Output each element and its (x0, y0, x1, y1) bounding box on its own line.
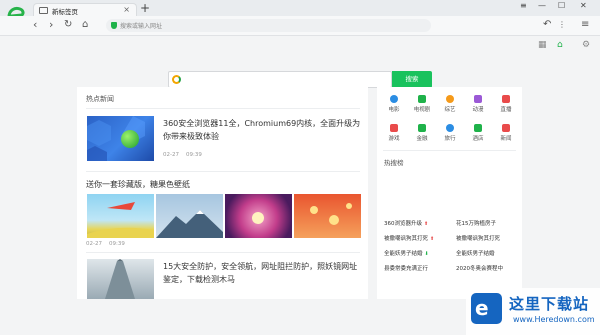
category-travel[interactable]: 旅行 (437, 124, 463, 146)
hot-search-item[interactable]: 被撒嘲讽狗其打死 (456, 234, 500, 242)
category-news[interactable]: 新闻 (493, 124, 519, 146)
news-headline[interactable]: 360安全浏览器11全，Chromium69内核，全面升级为你带来极致体验 (163, 117, 363, 143)
trend-up-icon: ⬆ (424, 221, 429, 227)
wallpaper-thumbnail[interactable] (294, 194, 361, 238)
close-window-button[interactable]: ✕ (580, 1, 587, 10)
hot-search-item[interactable]: 全能妖男子结婚 (456, 249, 495, 257)
hot-search-item[interactable]: 全能妖男子结婚 ⬇ (384, 249, 429, 257)
minimize-button[interactable]: — (538, 1, 546, 10)
hotel-icon (474, 124, 482, 132)
hot-search-item[interactable]: 360浏览器升级 ⬆ (384, 219, 428, 227)
home-button[interactable]: ⌂ (82, 18, 88, 32)
category-live[interactable]: 直播 (493, 95, 519, 117)
wallpaper-thumbnail[interactable] (225, 194, 292, 238)
category-movie[interactable]: 电影 (381, 95, 407, 117)
category-tv[interactable]: 电视剧 (409, 95, 435, 117)
divider (86, 171, 360, 172)
key-icon (446, 95, 454, 103)
search-engine-icon (172, 75, 181, 84)
lights-image (310, 203, 352, 225)
news-icon (502, 124, 510, 132)
side-panel: 电影 电视剧 综艺 动漫 直播 游戏 金融 旅行 酒店 新闻 热搜榜 360浏览… (377, 87, 522, 299)
hot-search-item[interactable]: 2020冬奥会赛程中 (456, 264, 503, 272)
trend-down-icon: ⬇ (424, 251, 429, 257)
tab-title: 新标签页 (52, 8, 78, 16)
category-finance[interactable]: 金融 (409, 124, 435, 146)
news-date: 02-27 09:39 (86, 241, 125, 247)
search-button[interactable]: 搜索 (392, 71, 432, 88)
watermark-url: www.Heredown.com (513, 315, 595, 324)
forward-button[interactable]: › (49, 18, 53, 32)
page-settings-icon[interactable]: ⚙ (582, 40, 590, 50)
news-panel-title: 热点新闻 (86, 95, 114, 103)
app-grid-icon[interactable]: ▦ (538, 40, 547, 50)
category-games[interactable]: 游戏 (381, 124, 407, 146)
news-date: 02-27 09:39 (163, 152, 202, 158)
search-input[interactable] (168, 71, 392, 88)
wallpaper-thumbnail[interactable] (87, 194, 154, 238)
address-placeholder: 搜索或输入网址 (120, 23, 163, 30)
reload-button[interactable]: ↻ (64, 18, 72, 32)
dropdown-more-button[interactable]: ⋮ (558, 19, 566, 31)
maximize-button[interactable]: ☐ (558, 1, 565, 10)
divider (86, 108, 360, 109)
hot-search-item[interactable]: 被撒嘲讽狗其打死 ⬆ (384, 234, 434, 242)
category-variety[interactable]: 综艺 (437, 95, 463, 117)
hot-search-item[interactable]: 县委常委充满正行 (384, 264, 428, 272)
back-button[interactable]: ‹ (33, 18, 37, 32)
navigation-toolbar: ‹ › ↻ ⌂ 搜索或输入网址 ↶ ⋮ ≡ (0, 16, 600, 36)
divider (86, 252, 360, 253)
news-headline[interactable]: 送你一套珍藏版，糖果色壁纸 (86, 179, 190, 190)
trend-up-icon: ⬆ (430, 236, 435, 242)
hot-search-item[interactable]: 花15万购植房子 (456, 219, 496, 227)
tab-new-tab[interactable]: 新标签页 × (33, 3, 137, 17)
live-icon (502, 95, 510, 103)
main-menu-button[interactable]: ≡ (581, 19, 589, 31)
finance-icon (418, 124, 426, 132)
address-bar[interactable]: 搜索或输入网址 (106, 19, 431, 32)
undo-close-tab-button[interactable]: ↶ (543, 19, 551, 31)
divider (383, 150, 516, 151)
news-thumbnail[interactable] (87, 116, 154, 161)
category-anime[interactable]: 动漫 (465, 95, 491, 117)
movie-icon (390, 95, 398, 103)
news-headline[interactable]: 15大安全防护，安全领航，网址阻拦防护，照妖镜网址鉴定，下载检测木马 (163, 260, 363, 286)
airplane-icon (446, 124, 454, 132)
skyscraper-image (105, 259, 135, 299)
flower-image (252, 212, 264, 224)
tv-icon (418, 95, 426, 103)
mountain-image (156, 210, 223, 238)
gamepad-icon (390, 124, 398, 132)
site-watermark: e 这里下载站 www.Heredown.com (466, 288, 600, 335)
hot-news-panel: 热点新闻 360安全浏览器11全，Chromium69内核，全面升级为你带来极致… (77, 87, 368, 299)
green-ball-image (121, 130, 139, 148)
hang-glider-image (87, 202, 154, 238)
window-menu-icon[interactable]: ≡ (520, 1, 527, 10)
tab-close-icon[interactable]: × (123, 5, 130, 14)
anime-icon (474, 95, 482, 103)
watermark-title: 这里下载站 (509, 295, 590, 313)
category-hotel[interactable]: 酒店 (465, 124, 491, 146)
wallpaper-thumbnail[interactable] (156, 194, 223, 238)
title-bar: 新标签页 × + ≡ — ☐ ✕ (0, 0, 600, 22)
hot-search-title: 热搜榜 (384, 159, 404, 167)
new-tab-button[interactable]: + (140, 2, 150, 14)
security-shield-icon (111, 22, 117, 29)
watermark-logo-icon: e (471, 293, 502, 324)
home-page-icon[interactable]: ⌂ (557, 40, 563, 50)
tab-page-icon (39, 7, 48, 14)
news-thumbnail[interactable] (87, 259, 154, 299)
